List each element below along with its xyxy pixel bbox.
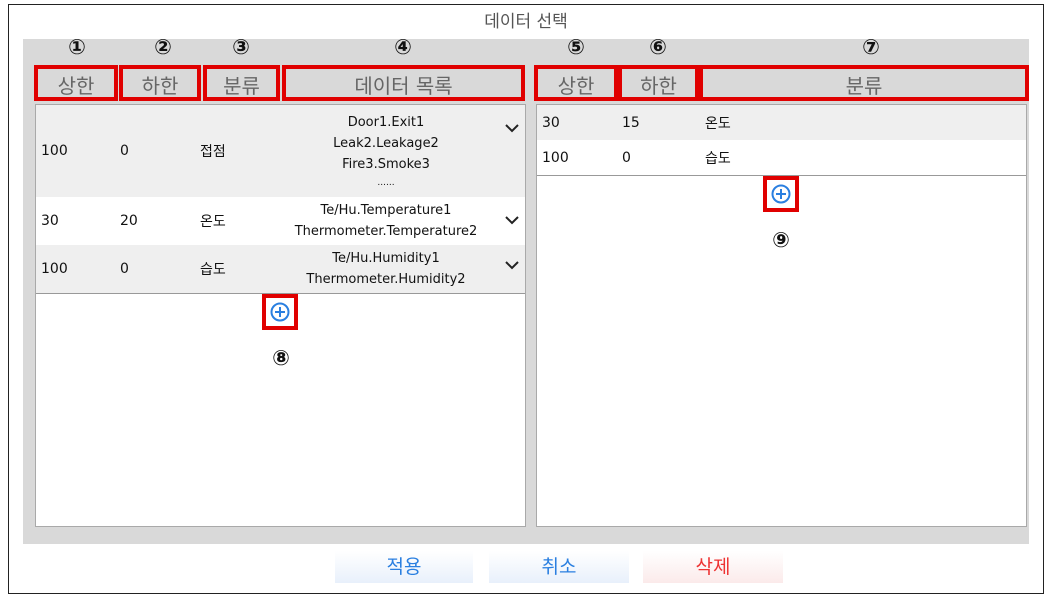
category-value: 접점 xyxy=(200,144,226,160)
left-header-category[interactable]: 분류 xyxy=(203,65,280,101)
lower-value: 0 xyxy=(622,149,631,166)
data-item: Door1.Exit1 xyxy=(347,114,425,130)
cancel-button[interactable]: 취소 xyxy=(489,551,629,583)
marker-5: ⑤ xyxy=(567,35,585,59)
left-header-upper[interactable]: 상한 xyxy=(34,65,118,101)
chevron-down-icon[interactable] xyxy=(504,122,520,134)
category-value: 습도 xyxy=(200,262,226,278)
data-list: Door1.Exit1 Leak2.Leakage2 Fire3.Smoke3 … xyxy=(286,105,486,197)
data-item: Te/Hu.Humidity1 xyxy=(332,251,440,266)
apply-button[interactable]: 적용 xyxy=(335,551,473,583)
marker-4: ④ xyxy=(394,35,412,59)
lower-value: 20 xyxy=(120,213,138,229)
lower-value: 15 xyxy=(622,114,640,131)
table-row[interactable]: 30 15 온도 xyxy=(537,105,1026,140)
table-row[interactable]: 100 0 접점 Door1.Exit1 Leak2.Leakage2 Fire… xyxy=(36,105,525,197)
right-header-upper[interactable]: 상한 xyxy=(534,65,618,101)
marker-2: ② xyxy=(154,35,172,59)
marker-7: ⑦ xyxy=(862,35,880,59)
data-list: Te/Hu.Temperature1 Thermometer.Temperatu… xyxy=(286,197,486,245)
table-row[interactable]: 100 0 습도 xyxy=(537,140,1026,175)
add-row-button-right[interactable] xyxy=(763,176,799,212)
category-value: 온도 xyxy=(705,115,731,132)
category-value: 온도 xyxy=(200,214,226,230)
add-row-button-left[interactable] xyxy=(262,294,298,330)
chevron-down-icon[interactable] xyxy=(504,259,520,271)
data-item: Thermometer.Humidity2 xyxy=(306,272,466,287)
chevron-down-icon[interactable] xyxy=(504,214,520,226)
table-row[interactable]: 100 0 습도 Te/Hu.Humidity1 Thermometer.Hum… xyxy=(36,245,525,293)
data-item: Leak2.Leakage2 xyxy=(333,135,439,151)
data-item: Thermometer.Temperature2 xyxy=(294,224,478,239)
upper-value: 100 xyxy=(41,143,68,159)
upper-value: 30 xyxy=(542,114,560,131)
data-item: Fire3.Smoke3 xyxy=(342,156,430,172)
marker-8: ⑧ xyxy=(272,346,290,370)
marker-9: ⑨ xyxy=(772,228,790,252)
upper-value: 100 xyxy=(542,149,569,166)
table-row[interactable]: 30 20 온도 Te/Hu.Temperature1 Thermometer.… xyxy=(36,197,525,245)
plus-circle-icon xyxy=(771,184,791,204)
marker-3: ③ xyxy=(232,35,250,59)
right-header-lower[interactable]: 하한 xyxy=(618,65,699,101)
data-item: Te/Hu.Temperature1 xyxy=(320,203,452,218)
data-list: Te/Hu.Humidity1 Thermometer.Humidity2 xyxy=(286,245,486,293)
plus-circle-icon xyxy=(270,302,290,322)
left-header-lower[interactable]: 하한 xyxy=(119,65,201,101)
category-value: 습도 xyxy=(705,150,731,167)
lower-value: 0 xyxy=(120,143,129,159)
upper-value: 30 xyxy=(41,213,59,229)
right-table: 30 15 온도 100 0 습도 xyxy=(536,104,1027,527)
marker-6: ⑥ xyxy=(649,35,667,59)
delete-button[interactable]: 삭제 xyxy=(643,551,783,583)
data-item: ...... xyxy=(377,177,395,188)
upper-value: 100 xyxy=(41,261,68,277)
lower-value: 0 xyxy=(120,261,129,277)
right-header-category[interactable]: 분류 xyxy=(699,65,1029,101)
marker-1: ① xyxy=(68,35,86,59)
left-header-data-list[interactable]: 데이터 목록 xyxy=(282,65,525,101)
